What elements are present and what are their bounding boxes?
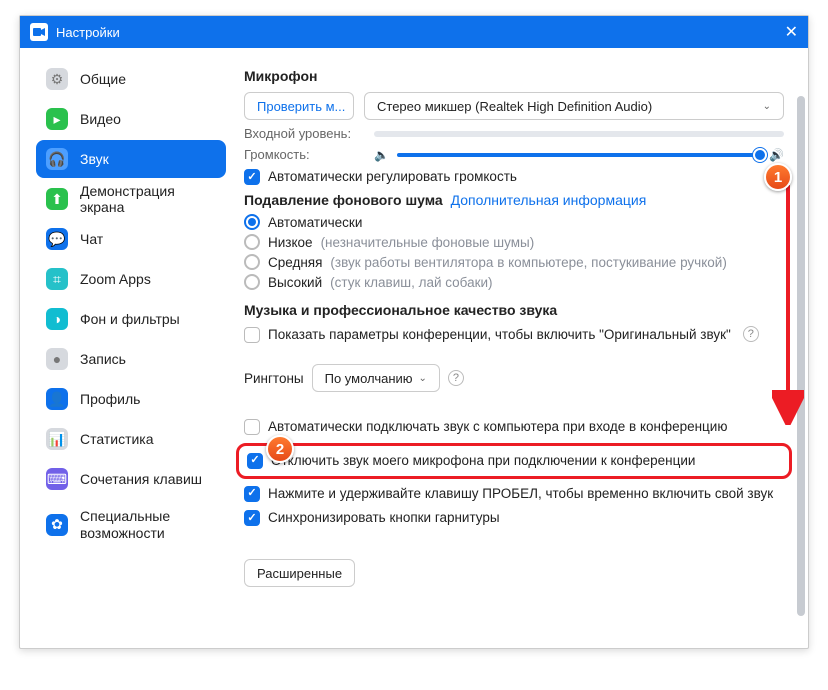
keyboard-icon: ⌨ bbox=[46, 468, 68, 490]
video-icon: ▸ bbox=[46, 108, 68, 130]
window-title: Настройки bbox=[56, 25, 120, 40]
volume-high-icon: 🔊 bbox=[769, 148, 784, 162]
mute-on-join-checkbox[interactable]: Отключить звук моего микрофона при подкл… bbox=[247, 452, 781, 470]
settings-window: Настройки ✕ ⚙Общие ▸Видео 🎧Звук ⬆Демонст… bbox=[19, 15, 809, 649]
sidebar-item-recording[interactable]: ●Запись bbox=[36, 340, 226, 378]
volume-slider[interactable]: 🔈 🔊 bbox=[374, 148, 784, 162]
sidebar-item-audio[interactable]: 🎧Звук bbox=[36, 140, 226, 178]
slider-thumb[interactable] bbox=[753, 148, 767, 162]
annotation-badge-2: 2 bbox=[266, 435, 294, 463]
noise-opt-high[interactable]: Высокий (стук клавиш, лай собаки) bbox=[244, 274, 784, 290]
sync-headset-checkbox[interactable]: Синхронизировать кнопки гарнитуры bbox=[244, 509, 784, 527]
sidebar-item-statistics[interactable]: 📊Статистика bbox=[36, 420, 226, 458]
test-mic-button[interactable]: Проверить м... bbox=[244, 92, 354, 120]
volume-label: Громкость: bbox=[244, 147, 364, 162]
chat-icon: 💬 bbox=[46, 228, 68, 250]
accessibility-icon: ✿ bbox=[46, 514, 68, 536]
radio-icon bbox=[244, 254, 260, 270]
mic-device-select[interactable]: Стерео микшер (Realtek High Definition A… bbox=[364, 92, 784, 120]
content-panel: Микрофон Проверить м... Стерео микшер (R… bbox=[236, 48, 808, 648]
headphones-icon: 🎧 bbox=[46, 148, 68, 170]
annotation-badge-1: 1 bbox=[764, 163, 792, 191]
sidebar-item-accessibility[interactable]: ✿Специальные возможности bbox=[36, 500, 226, 550]
radio-icon bbox=[244, 214, 260, 230]
noise-opt-medium[interactable]: Средняя (звук работы вентилятора в компь… bbox=[244, 254, 784, 270]
checkbox-icon bbox=[244, 486, 260, 502]
background-icon: ◑ bbox=[46, 308, 68, 330]
checkbox-icon bbox=[244, 327, 260, 343]
noise-info-link[interactable]: Дополнительная информация bbox=[451, 192, 647, 208]
sidebar-item-share-screen[interactable]: ⬆Демонстрация экрана bbox=[36, 180, 226, 218]
annotation-highlight: Отключить звук моего микрофона при подкл… bbox=[236, 443, 792, 479]
radio-icon bbox=[244, 234, 260, 250]
titlebar: Настройки ✕ bbox=[20, 16, 808, 48]
noise-opt-auto[interactable]: Автоматически bbox=[244, 214, 784, 230]
apps-icon: ⌗ bbox=[46, 268, 68, 290]
checkbox-icon bbox=[244, 419, 260, 435]
record-icon: ● bbox=[46, 348, 68, 370]
input-level-label: Входной уровень: bbox=[244, 126, 364, 141]
app-icon bbox=[30, 23, 48, 41]
input-level-meter bbox=[374, 131, 784, 137]
stats-icon: 📊 bbox=[46, 428, 68, 450]
sidebar: ⚙Общие ▸Видео 🎧Звук ⬆Демонстрация экрана… bbox=[20, 48, 236, 648]
profile-icon: 👤 bbox=[46, 388, 68, 410]
sidebar-item-profile[interactable]: 👤Профиль bbox=[36, 380, 226, 418]
annotation-arrow bbox=[772, 175, 804, 425]
checkbox-icon bbox=[247, 453, 263, 469]
share-icon: ⬆ bbox=[46, 188, 68, 210]
chevron-down-icon: ⌄ bbox=[763, 101, 771, 112]
sidebar-item-zoom-apps[interactable]: ⌗Zoom Apps bbox=[36, 260, 226, 298]
noise-heading: Подавление фонового шума Дополнительная … bbox=[244, 192, 646, 208]
original-sound-checkbox[interactable]: Показать параметры конференции, чтобы вк… bbox=[244, 326, 784, 344]
sidebar-item-chat[interactable]: 💬Чат bbox=[36, 220, 226, 258]
gear-icon: ⚙ bbox=[46, 68, 68, 90]
ringtones-label: Рингтоны bbox=[244, 371, 304, 386]
auto-adjust-volume-checkbox[interactable]: Автоматически регулировать громкость bbox=[244, 168, 784, 186]
sidebar-item-shortcuts[interactable]: ⌨Сочетания клавиш bbox=[36, 460, 226, 498]
noise-opt-low[interactable]: Низкое (незначительные фоновые шумы) bbox=[244, 234, 784, 250]
spacebar-unmute-checkbox[interactable]: Нажмите и удерживайте клавишу ПРОБЕЛ, чт… bbox=[244, 485, 784, 503]
auto-connect-audio-checkbox[interactable]: Автоматически подключать звук с компьюте… bbox=[244, 418, 784, 436]
checkbox-icon bbox=[244, 510, 260, 526]
ringtone-select[interactable]: По умолчанию ⌄ bbox=[312, 364, 440, 392]
sidebar-item-video[interactable]: ▸Видео bbox=[36, 100, 226, 138]
mic-heading: Микрофон bbox=[244, 68, 784, 84]
sidebar-item-background[interactable]: ◑Фон и фильтры bbox=[36, 300, 226, 338]
radio-icon bbox=[244, 274, 260, 290]
help-icon[interactable]: ? bbox=[448, 370, 464, 386]
chevron-down-icon: ⌄ bbox=[419, 373, 427, 384]
help-icon[interactable]: ? bbox=[743, 326, 759, 342]
volume-low-icon: 🔈 bbox=[374, 148, 389, 162]
close-icon[interactable]: ✕ bbox=[785, 22, 798, 42]
checkbox-icon bbox=[244, 169, 260, 185]
advanced-button[interactable]: Расширенные bbox=[244, 559, 355, 587]
sidebar-item-general[interactable]: ⚙Общие bbox=[36, 60, 226, 98]
music-heading: Музыка и профессиональное качество звука bbox=[244, 302, 784, 318]
